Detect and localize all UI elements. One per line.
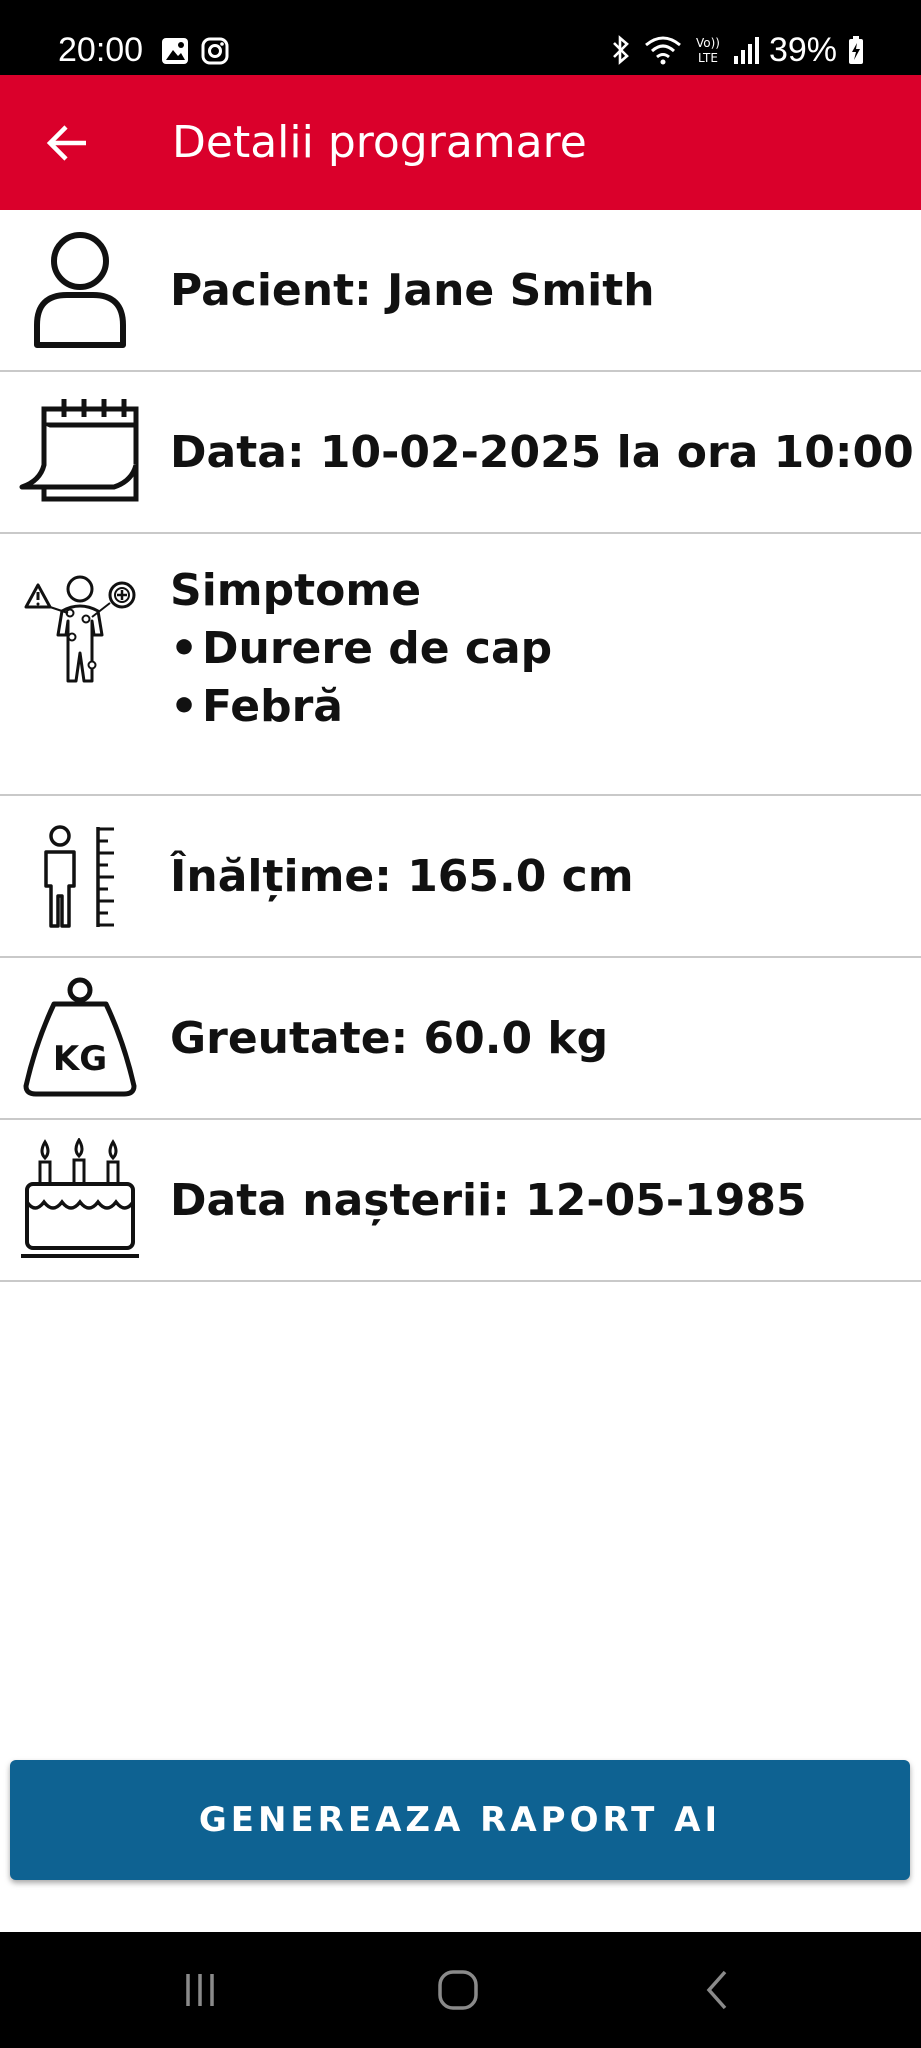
symptoms-text: Simptome •Durere de cap •Febră <box>170 562 552 736</box>
symptom-label: Durere de cap <box>202 623 553 674</box>
battery-percentage: 39% <box>768 31 837 69</box>
symptoms-row: Simptome •Durere de cap •Febră <box>0 534 921 796</box>
appointment-date: Data: 10-02-2025 la ora 10:00 <box>170 427 914 478</box>
birthday-cake-icon <box>16 1138 144 1262</box>
recent-apps-button[interactable] <box>165 1962 235 2018</box>
weight-value: Greutate: 60.0 kg <box>170 1013 609 1064</box>
battery-charging-icon <box>849 36 863 64</box>
svg-text:Vo)): Vo)) <box>696 36 720 50</box>
status-time: 20:00 <box>58 31 144 69</box>
home-icon <box>438 1970 478 2010</box>
back-nav-button[interactable] <box>682 1962 752 2018</box>
instagram-icon <box>201 37 229 65</box>
wifi-icon <box>644 36 681 65</box>
calendar-icon <box>16 386 144 516</box>
birth-date-row: Data nașterii: 12-05-1985 <box>0 1120 921 1282</box>
status-left-icons <box>160 36 230 66</box>
recent-apps-icon <box>186 1974 214 2006</box>
status-bar: 20:00 Vo)) LTE 39% <box>0 0 921 75</box>
birth-date-value: Data nașterii: 12-05-1985 <box>170 1175 807 1226</box>
weight-row: KG Greutate: 60.0 kg <box>0 958 921 1120</box>
symptoms-list: •Durere de cap •Febră <box>170 620 552 736</box>
patient-row: Pacient: Jane Smith <box>0 210 921 372</box>
height-ruler-icon <box>16 822 144 932</box>
list-item: •Febră <box>170 678 552 736</box>
status-right-icons: Vo)) LTE 39% <box>609 30 865 70</box>
page-title: Detalii programare <box>172 117 587 168</box>
weight-icon-label: KG <box>53 1039 107 1079</box>
bluetooth-icon <box>613 35 629 65</box>
back-nav-icon <box>706 1970 727 2010</box>
height-value: Înălțime: 165.0 cm <box>170 851 634 902</box>
weight-kg-icon: KG <box>16 976 144 1100</box>
list-item: •Durere de cap <box>170 620 552 678</box>
home-button[interactable] <box>423 1962 493 2018</box>
bullet: • <box>170 681 199 732</box>
symptoms-icon <box>16 574 144 684</box>
height-row: Înălțime: 165.0 cm <box>0 796 921 958</box>
svg-text:LTE: LTE <box>698 51 718 65</box>
bullet: • <box>170 623 199 674</box>
volte-icon: Vo)) LTE <box>696 36 720 65</box>
navigation-bar <box>0 1932 921 2048</box>
generate-ai-report-button[interactable]: GENEREAZA RAPORT AI <box>10 1760 910 1880</box>
patient-name: Pacient: Jane Smith <box>170 265 655 316</box>
date-row: Data: 10-02-2025 la ora 10:00 <box>0 372 921 534</box>
arrow-left-icon <box>46 125 86 161</box>
person-icon <box>16 226 144 354</box>
back-button[interactable] <box>36 111 100 175</box>
symptoms-heading: Simptome <box>170 565 422 616</box>
image-icon <box>162 38 188 64</box>
symptom-label: Febră <box>202 681 344 732</box>
signal-icon <box>733 37 759 64</box>
app-bar: Detalii programare <box>0 75 921 210</box>
